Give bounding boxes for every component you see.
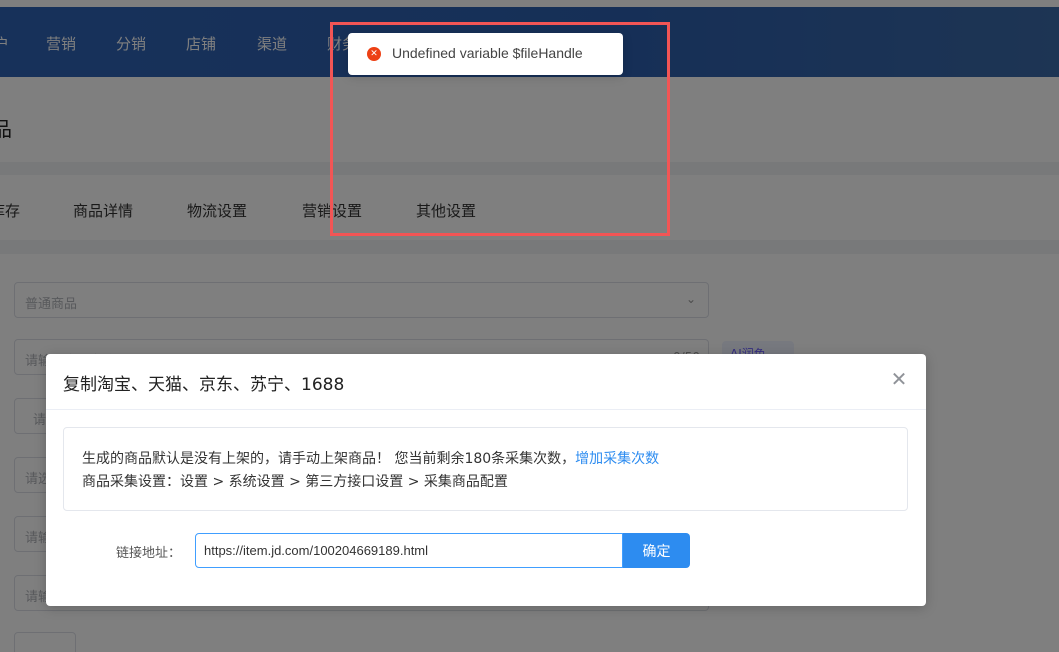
add-collect-count-link[interactable]: 增加采集次数 — [575, 451, 659, 467]
url-label: 链接地址： — [116, 546, 182, 561]
confirm-button[interactable]: 确定 — [623, 533, 690, 568]
copy-product-dialog: 复制淘宝、天猫、京东、苏宁、1688 ✕ 生成的商品默认是没有上架的，请手动上架… — [46, 354, 926, 606]
dialog-title: 复制淘宝、天猫、京东、苏宁、1688 — [63, 375, 345, 395]
notice-box: 生成的商品默认是没有上架的，请手动上架商品！ 您当前剩余180条采集次数，增加采… — [63, 427, 908, 511]
url-input[interactable] — [195, 533, 623, 568]
notice-text: 生成的商品默认是没有上架的，请手动上架商品！ 您当前剩余180条采集次数， — [82, 451, 576, 467]
close-icon[interactable]: ✕ — [888, 368, 910, 390]
notice-line-1: 生成的商品默认是没有上架的，请手动上架商品！ 您当前剩余180条采集次数，增加采… — [82, 448, 659, 468]
annotation-highlight-box — [330, 22, 670, 236]
notice-config-path: 商品采集设置：设置 > 系统设置 > 第三方接口设置 > 采集商品配置 — [82, 474, 508, 490]
dialog-divider — [46, 409, 926, 410]
